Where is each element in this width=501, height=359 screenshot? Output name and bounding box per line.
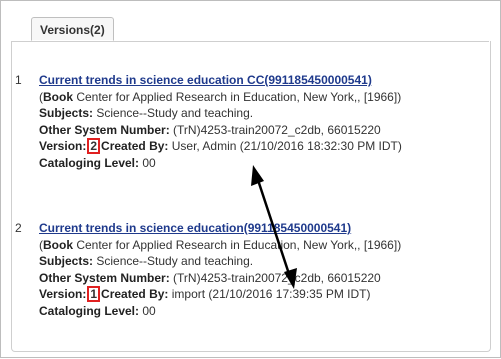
record-body: Current trends in science education CC(9…	[39, 72, 475, 171]
record-cataloging-level: Cataloging Level: 00	[39, 155, 475, 172]
subjects-label: Subjects:	[39, 254, 94, 268]
type-label: Book	[43, 237, 73, 252]
record-other-system-number: Other System Number: (TrN)4253-train2007…	[39, 270, 475, 287]
cataloging-level-label: Cataloging Level:	[39, 155, 140, 170]
publisher-text: Center for Applied Research in Education…	[73, 89, 402, 104]
record-version: Version: 1 Created By: import (21/10/2016 …	[39, 286, 475, 303]
record-body: Current trends in science education(9911…	[39, 220, 475, 319]
subjects-value: Science--Study and teaching.	[93, 106, 254, 120]
cataloging-level-value: 00	[139, 155, 156, 170]
version-number-highlight: 1	[87, 286, 101, 302]
cataloging-level-value: 00	[139, 303, 156, 318]
record-publication: (Book Center for Applied Research in Edu…	[39, 237, 475, 254]
record-title-link[interactable]: Current trends in science education CC(9…	[39, 73, 372, 87]
record-index: 2	[15, 221, 22, 235]
record-index: 1	[15, 73, 22, 87]
record-cataloging-level: Cataloging Level: 00	[39, 303, 475, 320]
type-label: Book	[43, 89, 73, 104]
record-version: Version: 2 Created By: User, Admin (21/10/…	[39, 138, 475, 155]
other-system-number-label: Other System Number:	[39, 122, 170, 137]
tab-versions[interactable]: Versions(2)	[31, 17, 114, 41]
tab-strip: Versions(2)	[11, 11, 489, 42]
other-system-number-value: (TrN)4253-train20072_c2db, 66015220	[169, 270, 381, 285]
subjects-label: Subjects:	[39, 106, 94, 120]
record-title-link[interactable]: Current trends in science education(9911…	[39, 221, 351, 235]
record-subjects: Subjects: Science--Study and teaching.	[39, 105, 475, 122]
version-label: Version:	[39, 139, 87, 153]
version-label: Version:	[39, 287, 87, 301]
versions-window: Versions(2) 1 Current trends in science …	[0, 0, 501, 358]
created-by-value: User, Admin (21/10/2016 18:32:30 PM IDT)	[168, 139, 402, 153]
record-other-system-number: Other System Number: (TrN)4253-train2007…	[39, 122, 475, 139]
cataloging-level-label: Cataloging Level:	[39, 303, 140, 318]
created-by-label: Created By:	[101, 287, 169, 301]
subjects-value: Science--Study and teaching.	[93, 254, 254, 268]
created-by-value: import (21/10/2016 17:39:35 PM IDT)	[168, 287, 371, 301]
created-by-label: Created By:	[101, 139, 169, 153]
record-subjects: Subjects: Science--Study and teaching.	[39, 253, 475, 270]
record-publication: (Book Center for Applied Research in Edu…	[39, 89, 475, 106]
publisher-text: Center for Applied Research in Education…	[73, 237, 402, 252]
other-system-number-label: Other System Number:	[39, 270, 170, 285]
other-system-number-value: (TrN)4253-train20072_c2db, 66015220	[169, 122, 381, 137]
version-number-highlight: 2	[87, 138, 101, 154]
